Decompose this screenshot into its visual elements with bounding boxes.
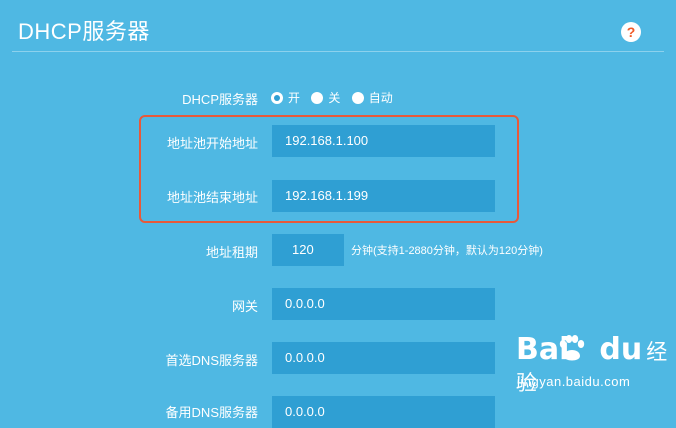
radio-off-label: 关 bbox=[328, 91, 341, 105]
gateway-label: 网关 bbox=[231, 299, 258, 314]
primary-dns-label: 首选DNS服务器 bbox=[165, 353, 258, 368]
title-divider bbox=[12, 51, 664, 52]
lease-input[interactable]: 120 bbox=[272, 234, 344, 266]
watermark-url: jingyan.baidu.com bbox=[517, 374, 631, 389]
dhcp-server-label: DHCP服务器 bbox=[182, 92, 258, 107]
radio-on-label: 开 bbox=[288, 91, 301, 105]
secondary-dns-label: 备用DNS服务器 bbox=[165, 405, 258, 420]
dhcp-panel: DHCP服务器 ? DHCP服务器 开 关 自动 地址池开始地址 192.168… bbox=[0, 0, 676, 428]
dhcp-server-radio-group: 开 关 自动 bbox=[271, 89, 401, 106]
radio-on[interactable]: 开 bbox=[271, 89, 300, 106]
pool-end-input[interactable]: 192.168.1.199 bbox=[272, 180, 495, 212]
lease-label: 地址租期 bbox=[205, 245, 258, 260]
radio-auto-dot[interactable] bbox=[351, 91, 364, 104]
baidu-paw-icon bbox=[559, 335, 585, 361]
radio-off[interactable]: 关 bbox=[311, 89, 340, 106]
help-icon[interactable]: ? bbox=[621, 22, 641, 42]
secondary-dns-input[interactable]: 0.0.0.0 bbox=[272, 396, 495, 428]
page-title: DHCP服务器 bbox=[18, 19, 150, 44]
radio-auto-label: 自动 bbox=[368, 91, 393, 105]
pool-end-label: 地址池结束地址 bbox=[166, 190, 258, 205]
pool-start-label: 地址池开始地址 bbox=[166, 136, 258, 151]
radio-on-dot[interactable] bbox=[271, 91, 283, 104]
radio-auto[interactable]: 自动 bbox=[351, 89, 393, 106]
primary-dns-input[interactable]: 0.0.0.0 bbox=[272, 342, 495, 374]
lease-hint: 分钟(支持1-2880分钟，默认为120分钟) bbox=[351, 245, 543, 257]
radio-off-dot[interactable] bbox=[311, 91, 324, 104]
gateway-input[interactable]: 0.0.0.0 bbox=[272, 288, 495, 320]
watermark-brand-suffix: du bbox=[599, 332, 643, 367]
pool-start-input[interactable]: 192.168.1.100 bbox=[272, 125, 495, 157]
